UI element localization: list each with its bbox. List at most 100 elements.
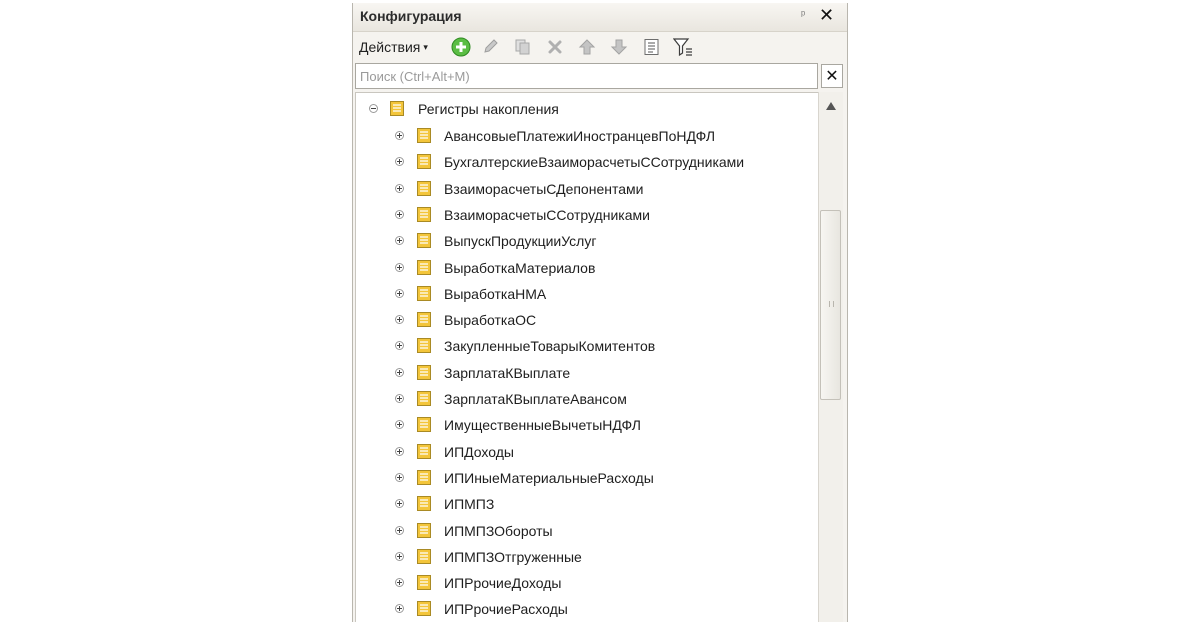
register-icon	[390, 101, 404, 116]
scroll-thumb[interactable]	[820, 210, 841, 400]
tree-item[interactable]: ИПМПЗОтгруженные	[356, 545, 818, 571]
expand-icon[interactable]	[395, 472, 404, 482]
expand-icon[interactable]	[395, 288, 404, 298]
tree-item[interactable]: ВзаиморасчетыССотрудниками	[356, 203, 818, 229]
register-icon	[417, 469, 431, 485]
tree-root-row[interactable]: Регистры накопления	[356, 97, 818, 123]
register-icon	[417, 206, 431, 222]
panel-title: Конфигурация	[360, 8, 462, 24]
delete-button[interactable]	[543, 36, 567, 58]
filter-button[interactable]	[671, 36, 695, 58]
expand-icon[interactable]	[395, 157, 404, 167]
scroll-up-button[interactable]	[819, 92, 843, 120]
edit-button[interactable]	[479, 36, 503, 58]
actions-label: Действия	[359, 39, 421, 55]
register-icon	[417, 522, 431, 538]
tree-item[interactable]: ЗакупленныеТоварыКомитентов	[356, 334, 818, 360]
expand-icon[interactable]	[395, 131, 404, 140]
tree-item[interactable]: ИПИныеМатериальныеРасходы	[356, 466, 818, 492]
list-button[interactable]	[640, 36, 664, 58]
register-icon	[417, 443, 431, 459]
tree-item[interactable]: ЗарплатаКВыплате	[356, 361, 818, 387]
tree-item-label: АвансовыеПлатежиИностранцевПоНДФЛ	[444, 128, 716, 144]
tree-item[interactable]: ВыработкаОС	[356, 308, 818, 334]
expand-icon[interactable]	[395, 183, 404, 193]
configuration-panel: Конфигурация ᵖ ✕ Действия ▾ Поиск (Ctrl+…	[352, 3, 848, 622]
close-panel-button[interactable]: ✕	[819, 5, 834, 26]
expand-icon[interactable]	[395, 604, 404, 614]
register-icon	[417, 128, 431, 143]
tree-item-label: ВзаиморасчетыСДепонентами	[444, 180, 644, 197]
tree-root-label: Регистры накопления	[418, 101, 559, 117]
expand-icon[interactable]	[395, 551, 404, 561]
tree-item[interactable]: ЗарплатаКВыплатеАвансом	[356, 387, 818, 413]
filter-icon	[673, 38, 692, 56]
register-icon	[417, 154, 431, 170]
scroll-grip-icon	[829, 301, 834, 307]
register-icon	[417, 180, 431, 196]
tree-item-label: ИПИныеМатериальныеРасходы	[444, 469, 654, 486]
expand-icon[interactable]	[395, 420, 404, 430]
tree-item[interactable]: АвансовыеПлатежиИностранцевПоНДФЛ	[356, 124, 818, 150]
move-down-icon	[610, 39, 628, 55]
copy-icon	[515, 39, 530, 55]
tree-item-label: ИмущественныеВычетыНДФЛ	[444, 417, 641, 434]
tree-item[interactable]: ИмущественныеВычетыНДФЛ	[356, 413, 818, 439]
tree-item[interactable]: ВыработкаНМА	[356, 282, 818, 308]
delete-icon	[548, 40, 562, 54]
expand-icon[interactable]	[395, 525, 404, 535]
expand-icon[interactable]	[395, 394, 404, 403]
tree-item[interactable]: ИПРрочиеРасходы	[356, 597, 818, 622]
search-clear-button[interactable]: ✕	[821, 64, 843, 88]
tree-item-label: ВыработкаОС	[444, 312, 537, 329]
register-icon	[417, 548, 431, 564]
register-icon	[417, 496, 431, 512]
move-up-button[interactable]	[575, 36, 599, 58]
tree-item[interactable]: БухгалтерскиеВзаиморасчетыССотрудниками	[356, 150, 818, 176]
list-icon	[644, 39, 659, 55]
tree-item-label: ИПДоходы	[444, 443, 514, 460]
register-icon	[417, 391, 431, 406]
tree-item[interactable]: ВыработкаМатериалов	[356, 256, 818, 282]
copy-button[interactable]	[511, 36, 535, 58]
vertical-scrollbar[interactable]	[818, 92, 843, 622]
pin-icon[interactable]: ᵖ	[801, 9, 805, 21]
search-input[interactable]	[356, 64, 817, 88]
triangle-up-icon	[826, 102, 836, 110]
expand-icon[interactable]	[395, 315, 404, 325]
tree-item[interactable]: ИПМПЗОбороты	[356, 519, 818, 545]
register-icon	[417, 233, 431, 249]
register-icon	[417, 575, 431, 591]
tree-item[interactable]: ВзаиморасчетыСДепонентами	[356, 177, 818, 203]
register-icon	[417, 338, 431, 354]
tree-item-label: ИПМПЗ	[444, 496, 495, 513]
collapse-icon[interactable]	[369, 104, 378, 113]
register-icon	[417, 364, 431, 380]
toolbar: Действия ▾	[353, 32, 847, 62]
tree-item-label: ИПРрочиеРасходы	[444, 601, 568, 618]
chevron-down-icon: ▾	[423, 42, 428, 52]
expand-icon[interactable]	[395, 367, 404, 377]
register-icon	[417, 601, 431, 617]
move-up-icon	[578, 39, 596, 55]
expand-icon[interactable]	[395, 209, 404, 219]
configuration-tree: Регистры накопления АвансовыеПлатежиИнос…	[355, 92, 818, 622]
edit-icon	[484, 39, 498, 53]
tree-item-label: ИПМПЗОтгруженные	[444, 548, 582, 565]
expand-icon[interactable]	[395, 446, 404, 456]
add-button[interactable]	[449, 36, 473, 58]
tree-item-label: ЗарплатаКВыплате	[444, 364, 571, 381]
move-down-button[interactable]	[607, 36, 631, 58]
expand-icon[interactable]	[395, 499, 404, 509]
tree-item-label: ВзаиморасчетыССотрудниками	[444, 206, 650, 223]
tree-item[interactable]: ИПРрочиеДоходы	[356, 571, 818, 597]
expand-icon[interactable]	[395, 341, 404, 351]
tree-item[interactable]: ИПМПЗ	[356, 492, 818, 518]
actions-menu-button[interactable]: Действия ▾	[359, 39, 428, 55]
tree-item-label: ИПМПЗОбороты	[444, 522, 553, 539]
tree-item[interactable]: ВыпускПродукцииУслуг	[356, 229, 818, 255]
expand-icon[interactable]	[395, 236, 404, 246]
expand-icon[interactable]	[395, 578, 404, 588]
tree-item[interactable]: ИПДоходы	[356, 440, 818, 466]
expand-icon[interactable]	[395, 262, 404, 272]
